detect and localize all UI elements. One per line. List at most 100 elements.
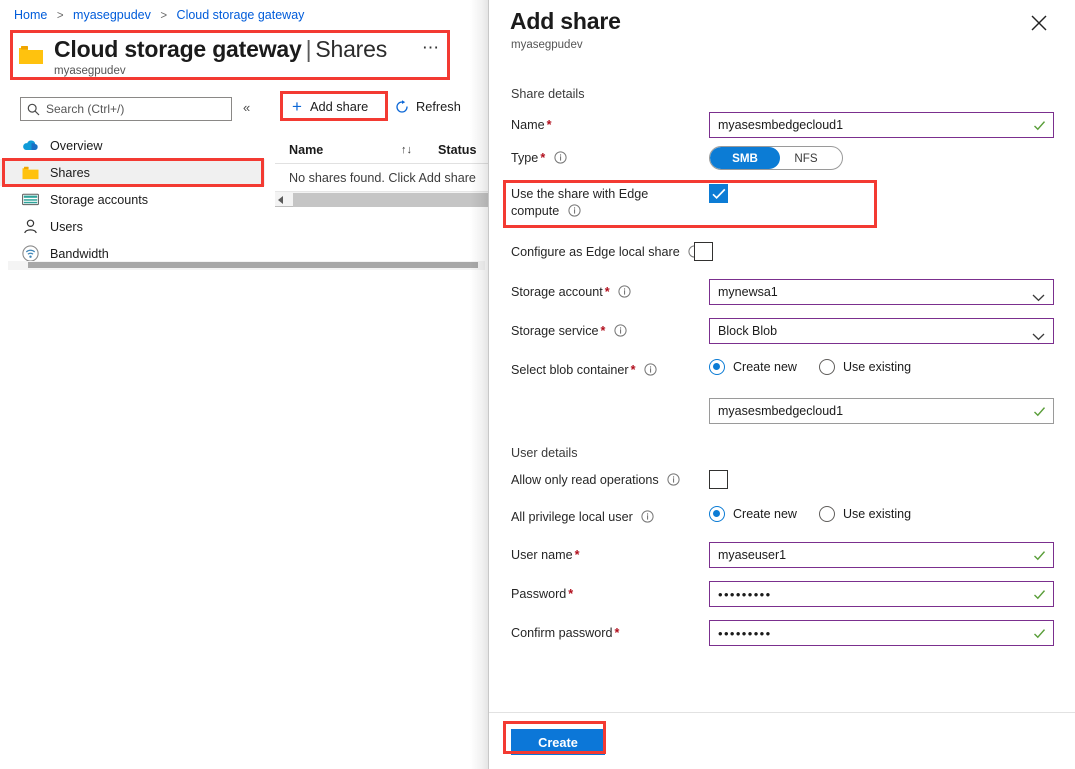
info-icon[interactable] [618, 285, 631, 298]
radio-label: Create new [733, 507, 797, 521]
section-header-user-details: User details [511, 446, 578, 460]
label-select-blob-container: Select blob container* [511, 362, 657, 379]
pane-horizontal-scrollbar[interactable] [8, 261, 485, 270]
sidebar-item-label: Overview [50, 139, 102, 153]
refresh-button[interactable]: Refresh [395, 99, 461, 114]
allow-only-read-wrap [709, 470, 728, 489]
password-wrap: ••••••••• [709, 581, 1054, 607]
sidebar-item-users[interactable]: Users [0, 213, 265, 240]
table-header-row: Name ↑↓ Status [275, 136, 488, 164]
close-icon[interactable] [1028, 12, 1050, 34]
sort-icon[interactable]: ↑↓ [401, 144, 412, 156]
user-name-value: myaseuser1 [718, 548, 786, 562]
use-edge-compute-checkbox[interactable] [709, 184, 728, 203]
name-input-value: myasesmbedgecloud1 [718, 118, 843, 132]
label-storage-account: Storage account* [511, 284, 631, 301]
valid-check-icon [1033, 119, 1046, 132]
type-toggle[interactable]: SMB NFS [709, 146, 843, 170]
column-header-status[interactable]: Status [438, 143, 477, 157]
password-value: ••••••••• [718, 587, 772, 602]
label-storage-service: Storage service* [511, 323, 627, 340]
resource-menu: Overview Shares [0, 132, 265, 267]
local-user-radio-create-new[interactable]: Create new [709, 506, 797, 522]
info-icon[interactable] [568, 204, 581, 217]
collapse-menu-button[interactable]: « [243, 100, 250, 115]
radio-dot [819, 506, 835, 522]
page-title: Cloud storage gateway|Shares [54, 36, 387, 63]
folder-icon [18, 45, 44, 66]
form-row-name: Name* myasesmbedgecloud1 [489, 112, 1075, 140]
empty-state-message: No shares found. Click Add share [275, 164, 488, 191]
sidebar-item-shares[interactable]: Shares [0, 159, 265, 186]
create-button[interactable]: Create [511, 729, 605, 755]
search-placeholder: Search (Ctrl+/) [46, 102, 124, 116]
breadcrumb: Home > myasegpudev > Cloud storage gatew… [14, 8, 304, 22]
plus-icon: + [292, 100, 302, 114]
radio-label: Use existing [843, 507, 911, 521]
add-share-button[interactable]: + Add share [292, 99, 368, 114]
breadcrumb-separator: > [57, 10, 64, 22]
allow-only-read-checkbox[interactable] [709, 470, 728, 489]
form-row-blob-container-name: myasesmbedgecloud1 [489, 398, 1075, 426]
radio-dot-selected [709, 359, 725, 375]
form-row-all-privilege-local-user: All privilege local user Create new Use … [489, 506, 1075, 528]
confirm-password-wrap: ••••••••• [709, 620, 1054, 646]
breadcrumb-item-gateway[interactable]: Cloud storage gateway [177, 8, 305, 22]
storage-account-wrap: mynewsa1 [709, 279, 1054, 305]
info-icon[interactable] [644, 363, 657, 376]
storage-account-value: mynewsa1 [718, 285, 778, 299]
info-icon[interactable] [614, 324, 627, 337]
sidebar-item-label: Bandwidth [50, 247, 109, 261]
radio-dot [819, 359, 835, 375]
radio-label: Create new [733, 360, 797, 374]
type-option-smb[interactable]: SMB [710, 147, 780, 169]
blob-container-radio-use-existing[interactable]: Use existing [819, 359, 911, 375]
add-share-label: Add share [310, 99, 368, 114]
storage-service-select[interactable]: Block Blob [709, 318, 1054, 344]
name-input[interactable]: myasesmbedgecloud1 [709, 112, 1054, 138]
label-allow-only-read: Allow only read operations [511, 472, 680, 489]
breadcrumb-item-device[interactable]: myasegpudev [73, 8, 151, 22]
info-icon[interactable] [554, 151, 567, 164]
sidebar-item-overview[interactable]: Overview [0, 132, 265, 159]
user-icon [22, 218, 39, 235]
sidebar-item-label: Users [50, 220, 83, 234]
info-icon[interactable] [641, 510, 654, 523]
table-horizontal-scrollbar[interactable] [275, 191, 488, 207]
sidebar-item-storage-accounts[interactable]: Storage accounts [0, 186, 265, 213]
password-input[interactable]: ••••••••• [709, 581, 1054, 607]
name-field-wrap: myasesmbedgecloud1 [709, 112, 1054, 138]
more-options-button[interactable]: ⋯ [422, 41, 441, 55]
local-user-radio-group: Create new Use existing [709, 506, 933, 522]
scrollbar-thumb[interactable] [293, 193, 488, 207]
valid-check-icon [1033, 588, 1046, 601]
shares-list-pane: Home > myasegpudev > Cloud storage gatew… [0, 0, 488, 769]
scrollbar-thumb[interactable] [28, 262, 478, 268]
chevron-down-icon [1032, 328, 1045, 336]
blob-container-name-input[interactable]: myasesmbedgecloud1 [709, 398, 1054, 424]
scroll-left-arrow-icon[interactable] [278, 196, 283, 204]
confirm-password-input[interactable]: ••••••••• [709, 620, 1054, 646]
label-password: Password* [511, 586, 573, 603]
blob-container-radio-create-new[interactable]: Create new [709, 359, 797, 375]
add-share-form: Share details Name* myasesmbedgecloud1 [489, 62, 1075, 712]
info-icon[interactable] [667, 473, 680, 486]
blade-title: Add share [510, 8, 621, 35]
type-option-nfs[interactable]: NFS [778, 147, 834, 169]
configure-edge-local-checkbox[interactable] [694, 242, 713, 261]
azure-portal-screen: Home > myasegpudev > Cloud storage gatew… [0, 0, 1075, 769]
cloud-icon [22, 137, 39, 154]
sidebar-item-label: Storage accounts [50, 193, 148, 207]
user-name-input[interactable]: myaseuser1 [709, 542, 1054, 568]
storage-account-select[interactable]: mynewsa1 [709, 279, 1054, 305]
search-input[interactable]: Search (Ctrl+/) [20, 97, 232, 121]
blade-subtitle: myasegpudev [511, 39, 583, 51]
column-header-name[interactable]: Name [289, 143, 323, 157]
chevron-down-icon [1032, 289, 1045, 297]
label-name: Name* [511, 117, 552, 134]
local-user-radio-use-existing[interactable]: Use existing [819, 506, 911, 522]
type-toggle-wrap: SMB NFS [709, 146, 843, 170]
blob-container-name-value: myasesmbedgecloud1 [718, 404, 843, 418]
breadcrumb-item-home[interactable]: Home [14, 8, 47, 22]
label-configure-edge-local: Configure as Edge local share [511, 244, 701, 261]
